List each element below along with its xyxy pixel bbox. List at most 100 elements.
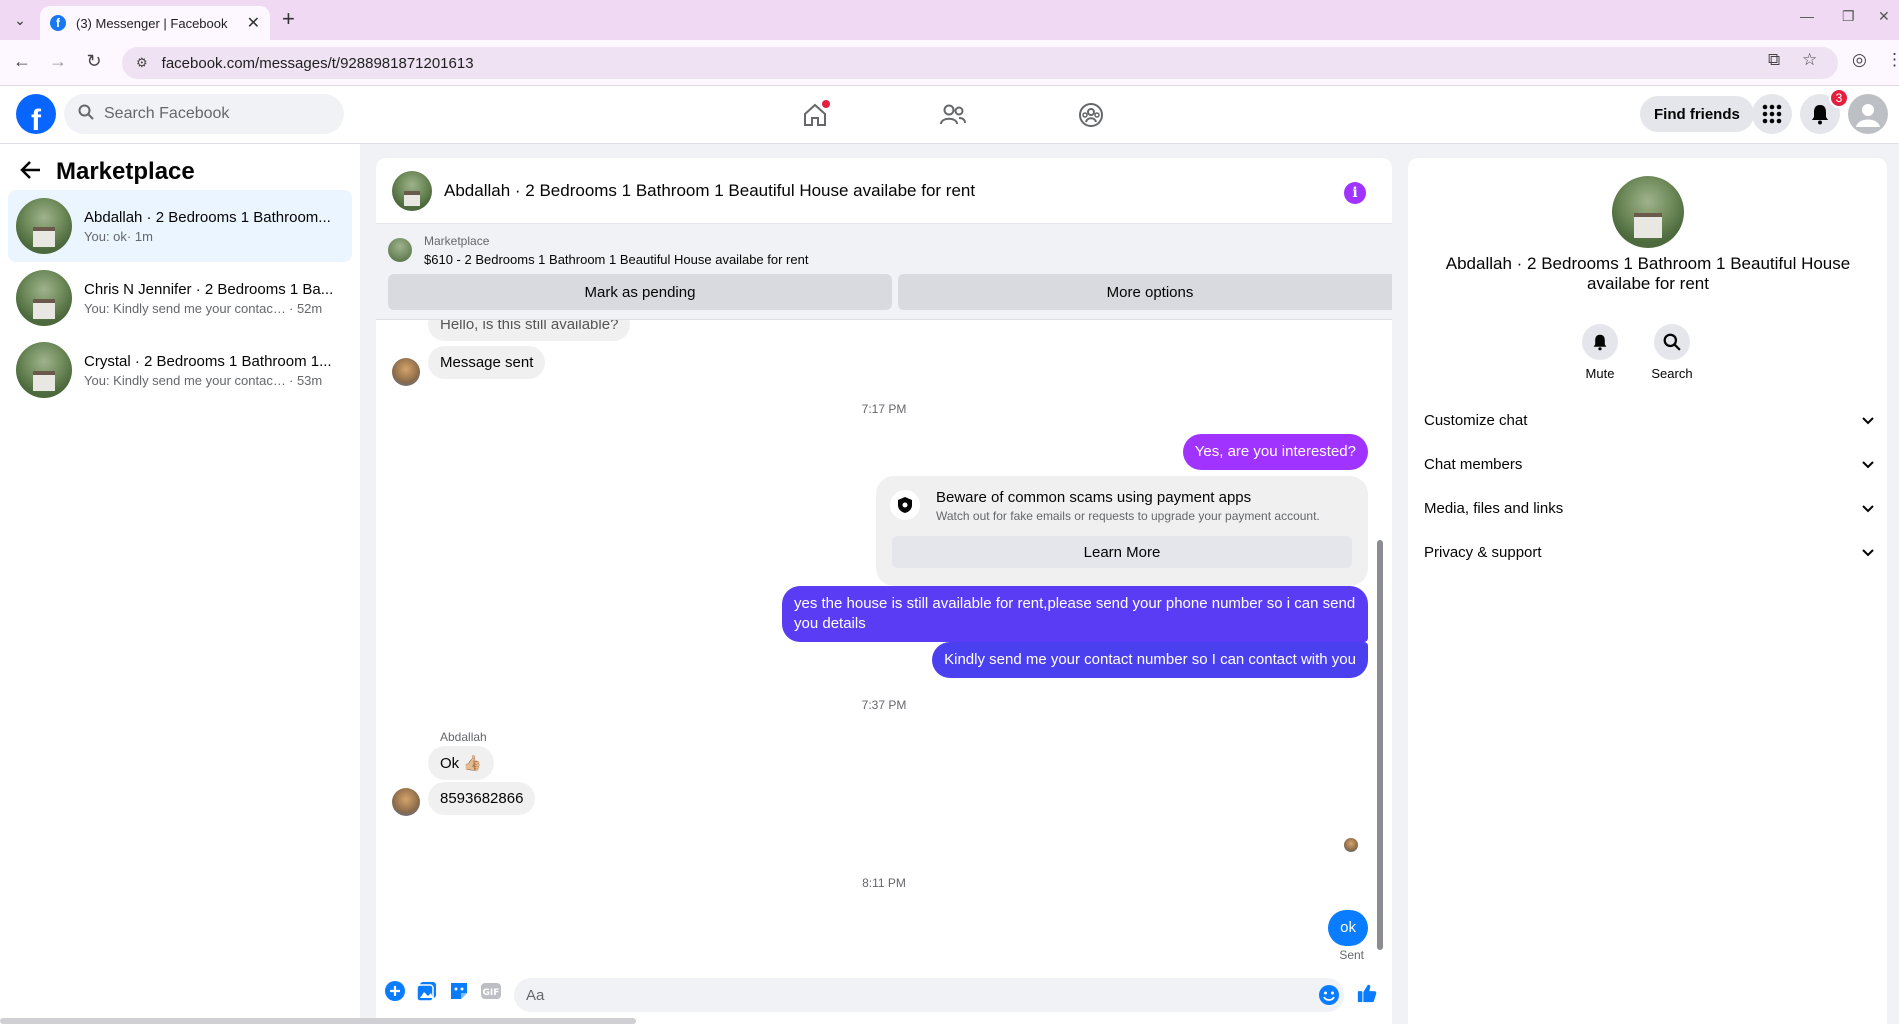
customize-chat-row[interactable]: Customize chat — [1424, 402, 1874, 438]
browser-tab[interactable]: f (3) Messenger | Facebook ✕ — [40, 6, 270, 40]
conversation-time: · 53m — [289, 372, 323, 388]
message-bubble-outgoing: ok — [1328, 910, 1368, 946]
media-files-links-row[interactable]: Media, files and links — [1424, 490, 1874, 526]
like-thumb-icon[interactable] — [1356, 982, 1378, 1004]
timestamp: 7:17 PM — [861, 402, 907, 416]
message-bubble-outgoing: yes the house is still available for ren… — [782, 586, 1368, 642]
forward-icon[interactable]: → — [46, 51, 70, 72]
chat-title[interactable]: Abdallah · 2 Bedrooms 1 Bathroom 1 Beaut… — [444, 181, 975, 201]
restore-icon[interactable]: ❐ — [1842, 8, 1855, 25]
profile-icon[interactable]: ◎ — [1852, 50, 1867, 70]
privacy-support-row[interactable]: Privacy & support — [1424, 534, 1874, 570]
search-placeholder: Search Facebook — [104, 105, 230, 122]
info-icon[interactable]: i — [1344, 182, 1366, 204]
chevron-down-icon — [1862, 457, 1874, 472]
chat-members-row[interactable]: Chat members — [1424, 446, 1874, 482]
listing-thumbnail[interactable] — [388, 238, 412, 262]
sender-name: Abdallah — [440, 730, 487, 744]
conversation-name: Chris N Jennifer · 2 Bedrooms 1 Ba... — [84, 280, 334, 298]
message-bubble-outgoing: Kindly send me your contact number so I … — [932, 642, 1368, 678]
address-bar-row: ← → ↻ ⚙ facebook.com/messages/t/92889818… — [0, 40, 1899, 86]
notification-badge: 3 — [1829, 88, 1849, 108]
conversation-snippet: You: ok — [84, 228, 127, 244]
chat-scrollbar[interactable] — [1377, 540, 1383, 950]
conversation-name: Abdallah · 2 Bedrooms 1 Bathroom... — [84, 208, 331, 226]
conversation-snippet: You: Kindly send me your contact n... — [84, 300, 289, 316]
browser-menu-icon[interactable]: ⋮ — [1886, 50, 1899, 70]
emoji-icon[interactable] — [1318, 984, 1340, 1006]
section-label: Customize chat — [1424, 411, 1528, 429]
facebook-header: f Search Facebook Find friends 3 — [0, 86, 1899, 144]
new-tab-icon[interactable]: + — [282, 8, 295, 30]
details-avatar[interactable] — [1612, 176, 1684, 248]
message-composer: GIF Aa — [376, 966, 1392, 1024]
home-notification-dot — [822, 100, 830, 108]
find-friends-button[interactable]: Find friends — [1640, 96, 1754, 132]
listing-description[interactable]: $610 - 2 Bedrooms 1 Bathroom 1 Beautiful… — [424, 252, 808, 267]
section-label: Privacy & support — [1424, 543, 1542, 561]
marketplace-label: Marketplace — [424, 234, 490, 248]
chevron-down-icon — [1862, 501, 1874, 516]
svg-text:GIF: GIF — [483, 988, 500, 998]
marketplace-banner: Marketplace $610 - 2 Bedrooms 1 Bathroom… — [376, 224, 1392, 320]
sender-avatar — [392, 788, 420, 816]
message-status: Sent — [1339, 948, 1364, 962]
sidebar-title: Marketplace — [56, 158, 195, 185]
minimize-icon[interactable]: — — [1800, 8, 1814, 24]
tab-search-icon[interactable]: ⌄ — [8, 8, 32, 32]
search-icon — [1654, 324, 1690, 360]
learn-more-button[interactable]: Learn More — [892, 536, 1352, 568]
install-app-icon[interactable]: ⧉ — [1768, 50, 1780, 70]
conversation-item[interactable]: Crystal · 2 Bedrooms 1 Bathroom 1... You… — [8, 334, 352, 406]
mark-as-pending-button[interactable]: Mark as pending — [388, 274, 892, 310]
menu-grid-icon[interactable] — [1752, 94, 1792, 134]
message-input[interactable]: Aa — [514, 978, 1344, 1012]
tab-title: (3) Messenger | Facebook — [76, 15, 228, 31]
back-icon[interactable]: ← — [10, 51, 34, 72]
gif-icon[interactable]: GIF — [480, 980, 502, 1002]
sticker-icon[interactable] — [448, 980, 470, 1002]
chevron-down-icon — [1862, 545, 1874, 560]
conversation-name: Crystal · 2 Bedrooms 1 Bathroom 1... — [84, 352, 332, 370]
chat-avatar[interactable] — [392, 170, 432, 211]
conversation-item[interactable]: Chris N Jennifer · 2 Bedrooms 1 Ba... Yo… — [8, 262, 352, 334]
close-window-icon[interactable]: ✕ — [1878, 8, 1890, 25]
facebook-search-input[interactable]: Search Facebook — [64, 94, 344, 134]
message-bubble-incoming: 8593682866 — [428, 782, 536, 815]
more-options-button[interactable]: More options — [898, 274, 1392, 310]
conversation-avatar — [16, 270, 72, 326]
tab-close-icon[interactable]: ✕ — [247, 13, 260, 33]
search-in-chat-button[interactable]: Search — [1642, 324, 1702, 381]
conversation-time: · 52m — [289, 300, 323, 316]
message-bubble-incoming: Message sent — [428, 346, 546, 379]
section-label: Media, files and links — [1424, 499, 1564, 517]
site-info-icon[interactable]: ⚙ — [136, 55, 148, 71]
reload-icon[interactable]: ↻ — [82, 51, 106, 72]
groups-icon[interactable] — [1076, 100, 1106, 130]
chat-details-panel: Abdallah · 2 Bedrooms 1 Bathroom 1 Beaut… — [1408, 158, 1887, 1024]
url-field[interactable]: ⚙ facebook.com/messages/t/92889818712016… — [122, 47, 1838, 79]
conversation-item[interactable]: Abdallah · 2 Bedrooms 1 Bathroom... You:… — [8, 190, 352, 262]
photo-icon[interactable] — [416, 980, 438, 1002]
chat-header: Abdallah · 2 Bedrooms 1 Bathroom 1 Beaut… — [376, 158, 1392, 224]
details-name: Abdallah · 2 Bedrooms 1 Bathroom 1 Beaut… — [1445, 254, 1851, 293]
search-label: Search — [1651, 366, 1693, 381]
message-bubble-incoming: Ok 👍🏼 — [428, 746, 495, 780]
message-bubble-incoming: Hello, is this still available? — [428, 320, 631, 341]
scam-warning-card: Beware of common scams using payment app… — [876, 476, 1368, 586]
search-icon — [78, 104, 94, 125]
facebook-logo-icon[interactable]: f — [16, 94, 56, 134]
section-label: Chat members — [1424, 455, 1523, 473]
mute-button[interactable]: Mute — [1570, 324, 1630, 381]
friends-icon[interactable] — [938, 100, 968, 130]
page-horizontal-scrollbar[interactable] — [0, 1018, 636, 1024]
add-attachment-icon[interactable] — [384, 980, 406, 1002]
conversation-avatar — [16, 342, 72, 398]
bookmark-star-icon[interactable]: ☆ — [1802, 50, 1817, 70]
back-arrow-icon[interactable] — [20, 160, 42, 186]
scam-warning-subtitle: Watch out for fake emails or requests to… — [936, 509, 1320, 523]
account-avatar[interactable] — [1848, 94, 1888, 134]
chat-panel: Abdallah · 2 Bedrooms 1 Bathroom 1 Beaut… — [376, 158, 1392, 1024]
home-icon[interactable] — [800, 100, 830, 130]
timestamp: 8:11 PM — [862, 876, 906, 890]
